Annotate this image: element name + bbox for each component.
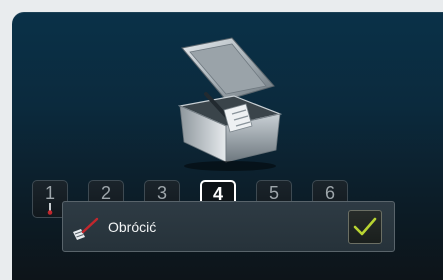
step-number: 5: [268, 183, 279, 203]
step-number: 1: [44, 183, 55, 203]
thermometer-icon: [47, 203, 53, 215]
step-number: 2: [100, 183, 111, 203]
confirm-button[interactable]: [348, 210, 382, 244]
step-number: 6: [324, 183, 335, 203]
instruction-popup: Obrócić: [62, 201, 395, 252]
checkmark-icon: [353, 217, 377, 236]
step-number: 3: [156, 183, 167, 203]
oven-screen: 1 2 3 4 5 6 Obrócić: [12, 12, 443, 280]
fryer-basket-illustration: [177, 37, 283, 171]
spatula-icon: [73, 217, 99, 240]
instruction-label: Obrócić: [108, 219, 157, 235]
